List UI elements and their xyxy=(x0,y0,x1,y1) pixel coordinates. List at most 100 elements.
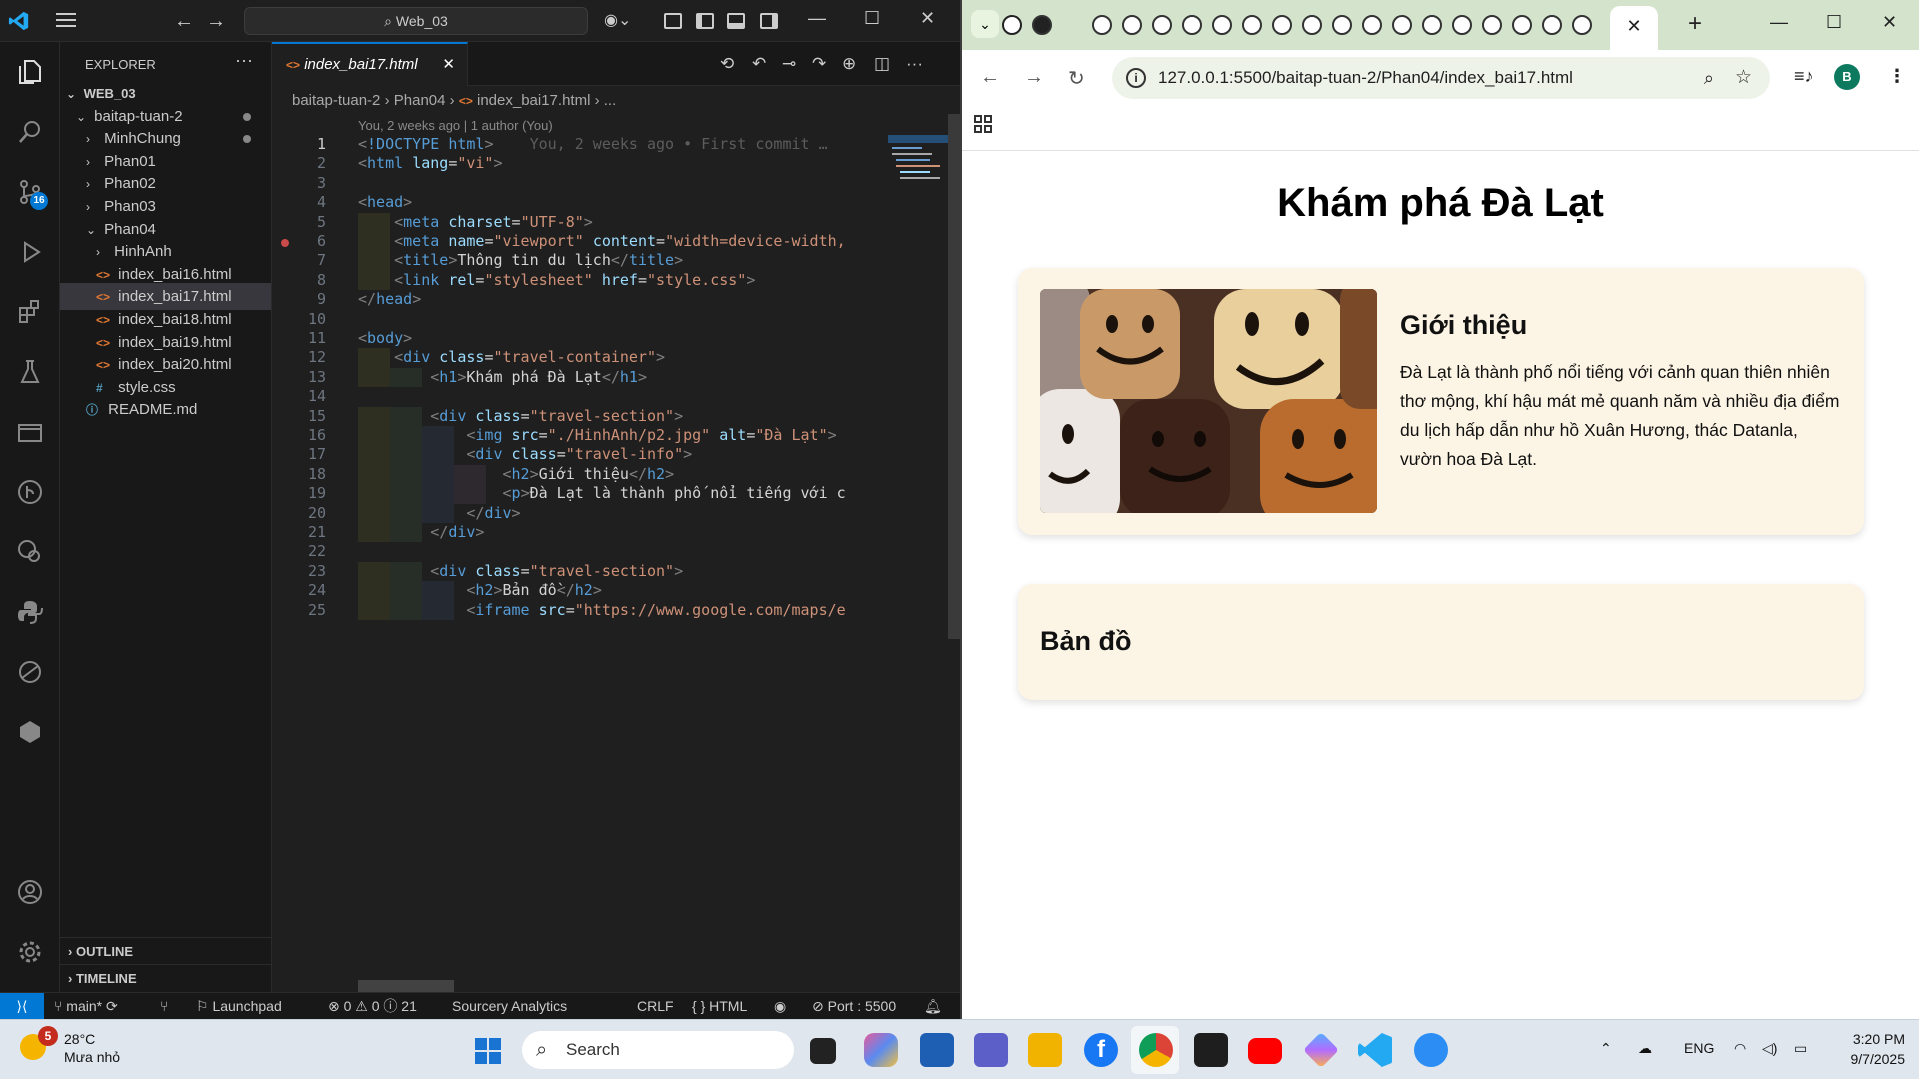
timeline-section[interactable]: › TIMELINE xyxy=(60,964,271,991)
layout-icon[interactable] xyxy=(664,13,682,29)
breakpoint-dot[interactable] xyxy=(281,239,289,247)
minimize-icon[interactable]: — xyxy=(808,8,826,29)
minimize-icon[interactable]: — xyxy=(1770,12,1788,33)
browser-tab-favicon-icon[interactable] xyxy=(1422,15,1442,35)
git-blame-header[interactable]: You, 2 weeks ago | 1 author (You) xyxy=(358,118,553,133)
forward-arrow-icon[interactable]: → xyxy=(1024,66,1044,89)
vertical-scrollbar[interactable] xyxy=(948,114,960,639)
breadcrumb-item[interactable]: ... xyxy=(604,92,617,109)
menu-icon[interactable] xyxy=(56,13,76,29)
editor-more-icon[interactable]: ··· xyxy=(906,54,923,74)
address-bar[interactable]: i 127.0.0.1:5500/baitap-tuan-2/Phan04/in… xyxy=(1112,57,1770,99)
copilot-icon[interactable]: ◉⌄ xyxy=(604,10,631,30)
extensions-icon[interactable] xyxy=(16,298,44,326)
wifi-icon[interactable]: ◠ xyxy=(1734,1040,1746,1057)
task-view-icon[interactable] xyxy=(810,1038,836,1064)
notifications-bell-icon[interactable]: 🔔︎ xyxy=(924,993,942,1019)
code-line[interactable]: 8 <link rel="stylesheet" href="style.css… xyxy=(272,270,882,291)
active-tab[interactable]: ✕ xyxy=(1610,6,1658,50)
minimap[interactable] xyxy=(888,135,948,205)
explorer-icon[interactable] xyxy=(16,58,44,86)
media-controls-icon[interactable]: ≡♪ xyxy=(1794,66,1814,87)
maximize-icon[interactable]: ☐ xyxy=(864,8,880,29)
apps-grid-icon[interactable] xyxy=(974,115,992,133)
microsoft-store-icon[interactable] xyxy=(920,1033,954,1067)
breadcrumb-item[interactable]: Phan04 xyxy=(394,92,446,109)
horizontal-scrollbar[interactable] xyxy=(358,980,454,992)
profile-avatar[interactable]: B xyxy=(1834,64,1860,90)
code-line[interactable]: 10 xyxy=(272,310,882,329)
toggle-secondary-sidebar-icon[interactable] xyxy=(760,13,778,29)
code-editor[interactable]: 1 <!DOCTYPE html> You, 2 weeks ago • Firs… xyxy=(272,135,882,775)
settings-gear-icon[interactable] xyxy=(16,938,44,966)
browser-tab-favicon-icon[interactable] xyxy=(1062,15,1082,35)
tree-item[interactable]: ⓘ README.md xyxy=(60,396,271,423)
bookmark-star-icon[interactable]: ☆ xyxy=(1735,57,1752,99)
hexagon-extension-icon[interactable] xyxy=(16,718,44,746)
more-actions-icon[interactable]: ··· xyxy=(235,50,253,71)
code-line[interactable]: 18 <h2>Giới thiệu</h2> xyxy=(272,464,882,485)
code-line[interactable]: 17 <div class="travel-info"> xyxy=(272,445,882,465)
remote-explorer-icon[interactable] xyxy=(16,418,44,446)
git-graph-status-icon[interactable]: ⑂ xyxy=(160,993,168,1019)
windows-start-icon[interactable] xyxy=(474,1037,502,1065)
browser-tab-favicon-icon[interactable] xyxy=(1452,15,1472,35)
live-share-icon[interactable] xyxy=(16,658,44,686)
code-line[interactable]: 6 <meta name="viewport" content="width=d… xyxy=(272,232,882,252)
zoom-icon[interactable]: ⌕ xyxy=(1704,57,1714,99)
git-branch[interactable]: ⑂ main* ⟳ xyxy=(54,993,118,1019)
browser-tab-favicon-icon[interactable] xyxy=(1332,15,1352,35)
code-line[interactable]: 7 <title>Thông tin du lịch</title> xyxy=(272,251,882,271)
tab-search-chevron-icon[interactable]: ⌄ xyxy=(971,10,999,38)
code-line[interactable]: 15 <div class="travel-section"> xyxy=(272,406,882,426)
youtube-icon[interactable] xyxy=(1248,1038,1282,1064)
code-line[interactable]: 11 <body> xyxy=(272,329,882,348)
remote-indicator-icon[interactable]: ⟩⟨ xyxy=(0,993,44,1020)
volume-icon[interactable]: ◁) xyxy=(1762,1040,1777,1057)
tab-close-icon[interactable]: ✕ xyxy=(1626,16,1641,36)
problems-status[interactable]: ⊗ 0 ⚠ 0 ⓘ 21 xyxy=(328,993,417,1019)
app-icon[interactable] xyxy=(1414,1033,1448,1067)
tab-index-bai17[interactable]: <> index_bai17.html ✕ xyxy=(272,42,468,86)
maximize-icon[interactable]: ☐ xyxy=(1826,12,1842,33)
browser-tab-favicon-icon[interactable] xyxy=(1482,15,1502,35)
toggle-panel-icon[interactable] xyxy=(727,13,745,29)
chrome-icon[interactable] xyxy=(1139,1033,1173,1067)
gitlens-icon[interactable] xyxy=(16,538,44,566)
browser-tab-favicon-icon[interactable] xyxy=(1302,15,1322,35)
run-debug-icon[interactable] xyxy=(16,238,44,266)
copilot-icon[interactable] xyxy=(864,1033,898,1067)
taskbar-search[interactable]: ⌕ Search xyxy=(522,1031,794,1069)
code-line[interactable]: 21 </div> xyxy=(272,523,882,543)
cloud-icon[interactable]: ☁ xyxy=(1638,1040,1652,1057)
code-line[interactable]: 16 <img src="./HinhAnh/p2.jpg" alt="Đà L… xyxy=(272,426,882,446)
git-next-icon[interactable]: ↷ xyxy=(812,54,826,74)
browser-tab-favicon-icon[interactable] xyxy=(1182,15,1202,35)
code-line[interactable]: 23 <div class="travel-section"> xyxy=(272,561,882,582)
close-icon[interactable]: ✕ xyxy=(1882,12,1897,33)
code-line[interactable]: 24 <h2>Bản đồ</h2> xyxy=(272,581,882,601)
tab-close-icon[interactable]: ✕ xyxy=(442,44,455,86)
breadcrumb-item[interactable]: baitap-tuan-2 xyxy=(292,92,380,109)
code-line[interactable]: 12 <div class="travel-container"> xyxy=(272,348,882,368)
launchpad-status[interactable]: ⚐ Launchpad xyxy=(196,993,282,1019)
facebook-icon[interactable]: f xyxy=(1084,1033,1118,1067)
input-language[interactable]: ENG xyxy=(1684,1040,1714,1056)
browser-tab-favicon-icon[interactable] xyxy=(1272,15,1292,35)
browser-tab-favicon-icon[interactable] xyxy=(1572,15,1592,35)
outline-section[interactable]: › OUTLINE xyxy=(60,937,271,964)
browser-tab-favicon-icon[interactable] xyxy=(1002,15,1022,35)
git-previous-icon[interactable]: ↶ xyxy=(752,54,766,74)
close-icon[interactable]: ✕ xyxy=(920,8,935,29)
code-line[interactable]: 22 xyxy=(272,542,882,561)
toggle-sidebar-icon[interactable] xyxy=(696,13,714,29)
code-line[interactable]: 2 <html lang="vi"> xyxy=(272,154,882,173)
site-info-icon[interactable]: i xyxy=(1126,68,1146,88)
search-icon[interactable] xyxy=(16,118,44,146)
system-clock[interactable]: 3:20 PM 9/7/2025 xyxy=(1833,1029,1906,1069)
breadcrumb-item[interactable]: index_bai17.html xyxy=(477,92,590,109)
teams-icon[interactable] xyxy=(974,1033,1008,1067)
live-server-port-status[interactable]: ⊘ Port : 5500 xyxy=(812,993,896,1019)
code-line[interactable]: 5 <meta charset="UTF-8"> xyxy=(272,212,882,232)
browser-tab-favicon-icon[interactable] xyxy=(1122,15,1142,35)
